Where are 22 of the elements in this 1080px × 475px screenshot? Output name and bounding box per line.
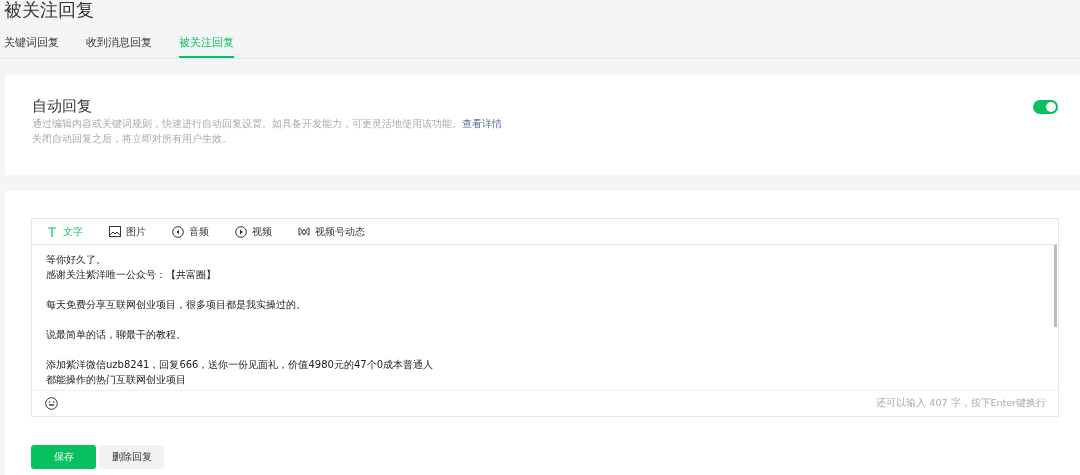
note-text: 关闭自动回复之后，将立即对所有用户生效。 [32, 132, 233, 146]
emoji-icon[interactable] [45, 397, 58, 410]
page-title: 被关注回复 [3, 0, 95, 20]
text-icon [46, 225, 58, 238]
details-link[interactable]: 查看详情 [462, 118, 502, 129]
audio-icon [172, 225, 184, 238]
character-counter: 还可以输入 407 字，按下Enter键换行 [876, 397, 1046, 410]
reply-text-field[interactable]: 等你好久了。 感谢关注紫洋唯一公众号：【共富圈】 每天免费分享互联网创业项目，很多项目都是我实操过的。 说最简单的话，聊最干的教程。 添加紫洋微信uzb8241，回复666，送你一份见面礼，价值4980元的47个0成本普通人 都能操作的热门互联网创业项目 [32, 245, 1058, 390]
butterfly-icon [298, 226, 310, 237]
image-icon [109, 226, 121, 237]
delete-button[interactable]: 删除回复 [99, 445, 164, 469]
section-title: 自动回复 [32, 97, 92, 116]
scrollbar[interactable] [1054, 245, 1057, 327]
tab[interactable]: 关键词回复 [4, 35, 59, 58]
description-text: 通过编辑内容或关键词规则，快速进行自动回复设置。如具备开发能力，可更灵活地使用该功能。 [32, 118, 462, 129]
content-type-tab[interactable]: 视频号动态 [298, 224, 365, 239]
content-type-tab[interactable]: 图片 [109, 224, 146, 239]
content-type-tab[interactable]: 音频 [172, 224, 209, 239]
content-type-tab[interactable]: 视频 [235, 224, 272, 239]
toggle-switch[interactable] [1033, 99, 1058, 114]
play-icon [235, 225, 247, 238]
tab[interactable]: 收到消息回复 [86, 35, 152, 58]
